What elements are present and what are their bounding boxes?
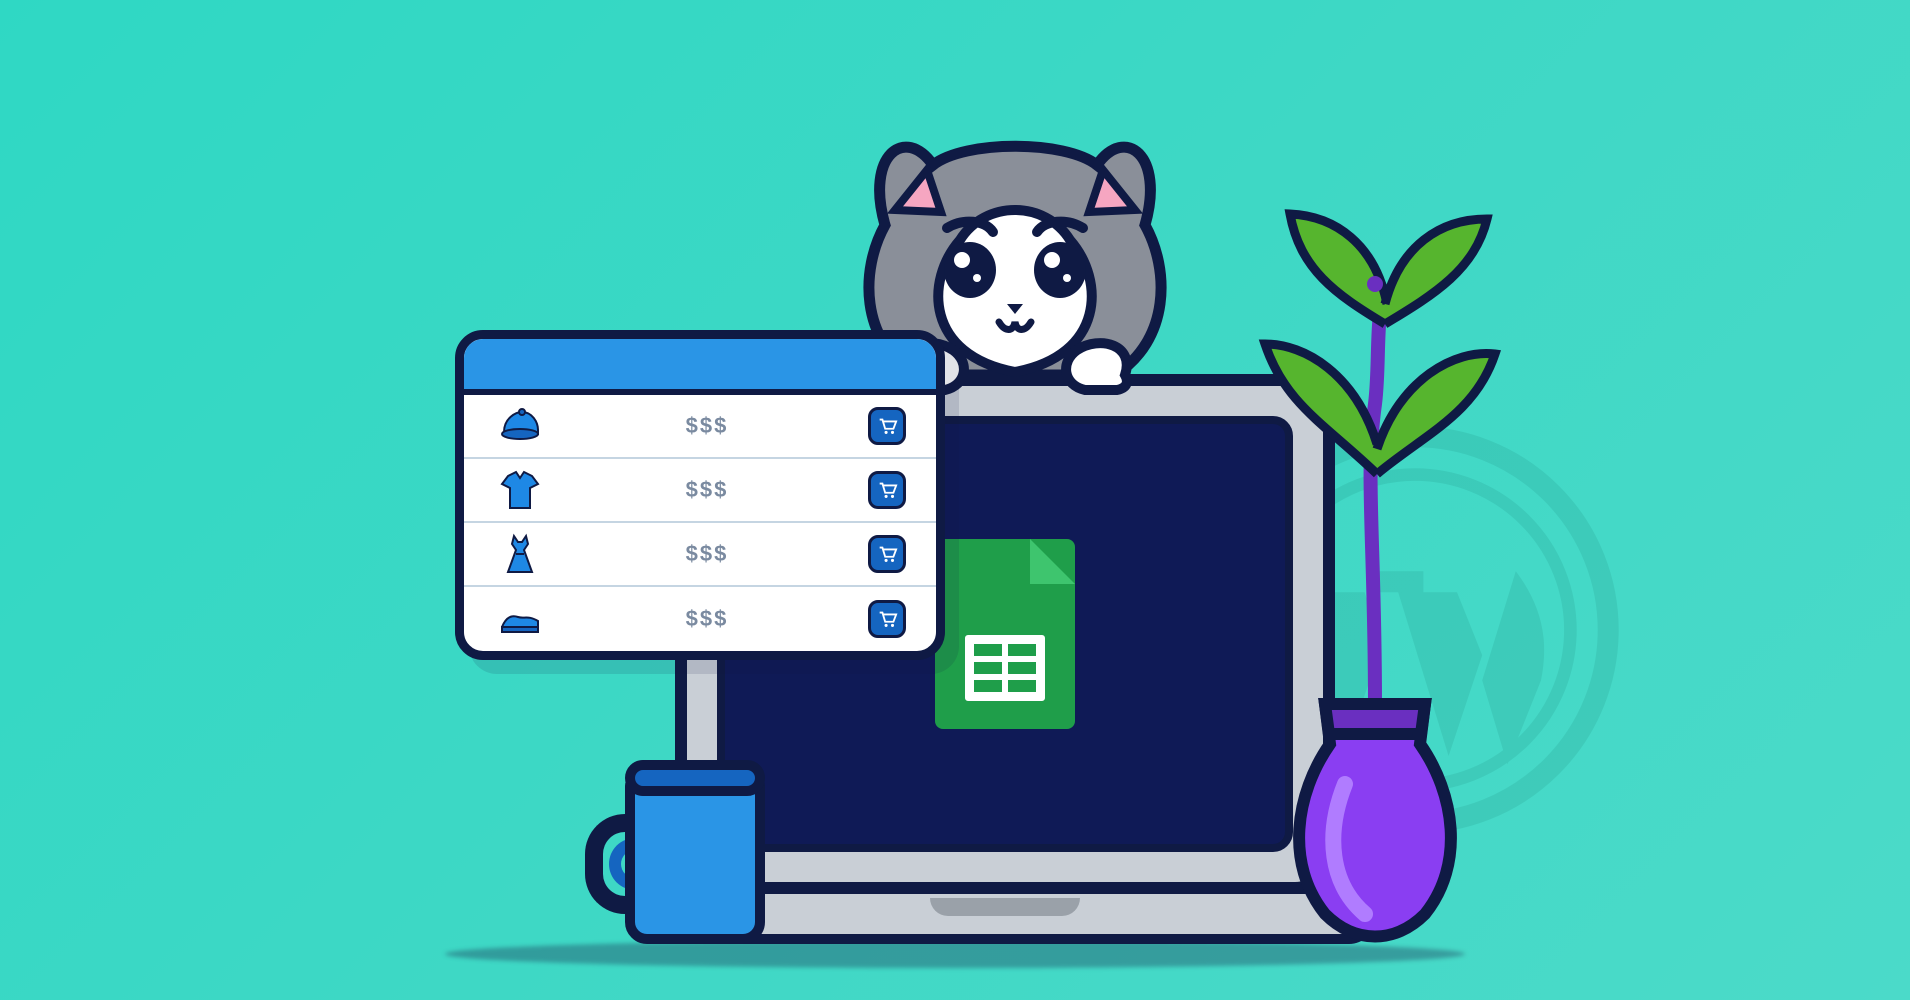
cart-button[interactable] (868, 471, 906, 509)
product-table-panel: $$$ $$$ $$$ (455, 330, 945, 660)
ground-shadow (445, 940, 1465, 968)
cart-button[interactable] (868, 600, 906, 638)
table-row: $$$ (464, 459, 936, 523)
mug-illustration (585, 764, 765, 944)
price-label: $$$ (546, 606, 868, 632)
shoe-icon (494, 597, 546, 641)
cap-icon (494, 404, 546, 448)
price-label: $$$ (546, 413, 868, 439)
price-label: $$$ (546, 477, 868, 503)
price-label: $$$ (546, 541, 868, 567)
dress-icon (494, 532, 546, 576)
panel-header (464, 339, 936, 395)
table-row: $$$ (464, 523, 936, 587)
plant-illustration (1225, 144, 1525, 944)
cart-button[interactable] (868, 407, 906, 445)
google-sheets-icon (935, 539, 1075, 729)
table-row: $$$ (464, 587, 936, 651)
shirt-icon (494, 468, 546, 512)
cart-button[interactable] (868, 535, 906, 573)
illustration-stage: $$$ $$$ $$$ (255, 0, 1655, 1000)
table-row: $$$ (464, 395, 936, 459)
